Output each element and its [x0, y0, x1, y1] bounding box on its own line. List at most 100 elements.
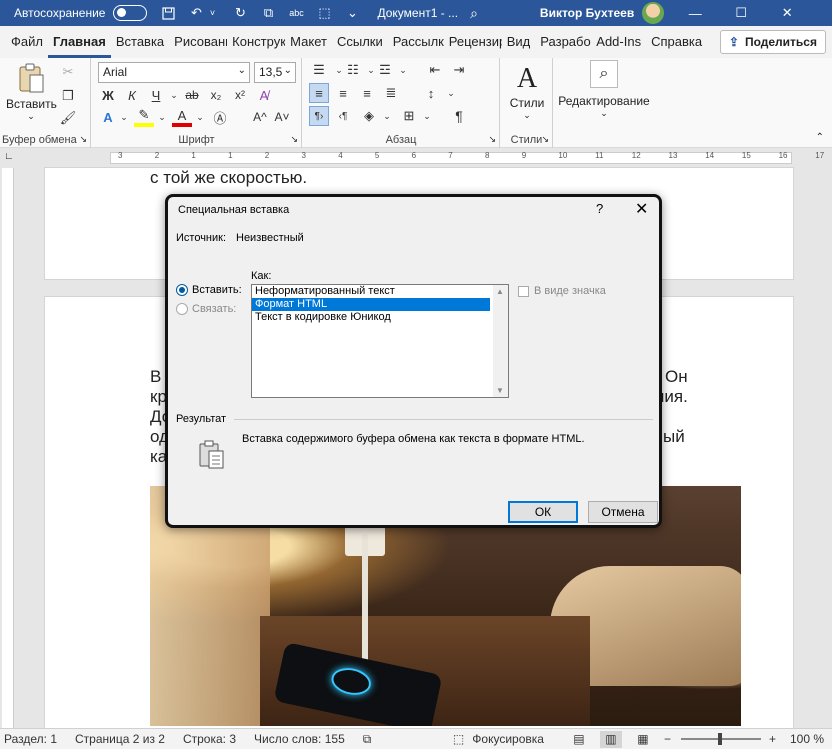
paste-format-list[interactable]: Неформатированный текст Формат HTML Текс…	[251, 284, 509, 398]
list-item[interactable]: Неформатированный текст	[252, 285, 490, 298]
chevron-down-icon[interactable]: ⌄	[152, 107, 172, 127]
tab-addins[interactable]: Add-Ins	[591, 26, 646, 58]
styles-launcher-icon[interactable]: ↘	[541, 134, 549, 145]
clipboard-launcher-icon[interactable]: ↘	[79, 134, 87, 145]
tab-view[interactable]: Вид	[502, 26, 536, 58]
autosave-toggle[interactable]	[113, 5, 148, 21]
web-layout-icon[interactable]: ▦	[632, 731, 654, 748]
spelling-icon[interactable]: abc	[289, 6, 304, 20]
avatar[interactable]	[642, 2, 665, 24]
bold-button[interactable]: Ж	[98, 85, 118, 105]
chevron-down-icon[interactable]: ⌄	[377, 106, 397, 126]
tab-selector-icon[interactable]: ∟	[4, 151, 14, 162]
highlight-icon[interactable]: ✎	[134, 107, 154, 127]
search-icon[interactable]: ⌕	[470, 5, 478, 22]
shrink-font-button[interactable]: A˅	[272, 107, 292, 127]
share-button[interactable]: ⇪ Поделиться	[719, 30, 826, 54]
numbering-icon[interactable]: ☷	[343, 60, 363, 80]
print-layout-icon[interactable]: ▥	[599, 730, 622, 748]
font-name-select[interactable]: Arial ⌄	[98, 62, 250, 83]
italic-button[interactable]: К	[122, 85, 142, 105]
bullets-icon[interactable]: ☰	[309, 60, 329, 80]
superscript-button[interactable]: x²	[230, 85, 250, 105]
line-spacing-icon[interactable]: ↕	[421, 83, 441, 103]
borders-icon[interactable]: ⊞	[399, 106, 419, 126]
styles-button[interactable]: A Стили ⌄	[503, 62, 551, 121]
grow-font-button[interactable]: A^	[250, 107, 270, 127]
minimize-button[interactable]: —	[672, 6, 718, 21]
tab-layout[interactable]: Макет	[285, 26, 332, 58]
status-line[interactable]: Строка: 3	[183, 732, 236, 746]
char-shading-icon[interactable]: Ⓐ	[210, 107, 230, 127]
decrease-indent-icon[interactable]: ⇤	[425, 60, 445, 80]
font-size-select[interactable]: 13,5 ⌄	[254, 62, 296, 83]
subscript-button[interactable]: x₂	[206, 85, 226, 105]
chevron-down-icon[interactable]: ⌄	[417, 106, 437, 126]
clear-formatting-icon[interactable]: A̸	[254, 85, 274, 105]
undo-icon[interactable]: ↶	[189, 5, 203, 20]
close-icon[interactable]: ✕	[635, 199, 648, 219]
chevron-down-icon[interactable]: ⌄	[190, 107, 210, 127]
zoom-in-icon[interactable]: +	[769, 732, 776, 746]
tab-insert[interactable]: Вставка	[111, 26, 169, 58]
rtl-direction-icon[interactable]: ‹¶	[333, 106, 353, 126]
shading-icon[interactable]: ◈	[359, 106, 379, 126]
display-as-icon-checkbox[interactable]: В виде значка	[518, 285, 606, 297]
chevron-down-icon[interactable]: ⌄	[164, 85, 184, 105]
tab-mailings[interactable]: Рассылки	[388, 26, 444, 58]
font-color-icon[interactable]: A	[172, 107, 192, 127]
tab-references[interactable]: Ссылки	[332, 26, 388, 58]
justify-icon[interactable]: ≣	[381, 83, 401, 103]
format-painter-icon[interactable]: 🖌	[58, 108, 78, 128]
read-mode-icon[interactable]: ▤	[568, 731, 590, 748]
editing-button[interactable]: ⌕ Редактирование ⌄	[556, 60, 652, 119]
zoom-out-icon[interactable]: −	[664, 732, 671, 746]
save-icon[interactable]	[161, 6, 175, 20]
maximize-button[interactable]: ☐	[718, 5, 764, 21]
status-section[interactable]: Раздел: 1	[4, 732, 57, 746]
strikethrough-button[interactable]: ab	[182, 85, 202, 105]
tab-home[interactable]: Главная	[47, 26, 111, 58]
chevron-down-icon[interactable]: ⌄	[393, 60, 413, 80]
format-painter-icon[interactable]: ⬚	[317, 5, 331, 20]
refresh-icon[interactable]: ⧉	[261, 5, 275, 20]
focus-mode-button[interactable]: Фокусировка	[472, 732, 544, 746]
redo-icon[interactable]: ↻	[233, 5, 247, 20]
chevron-down-icon[interactable]: ⌄	[114, 107, 134, 127]
list-scrollbar[interactable]: ▲ ▼	[493, 285, 508, 397]
zoom-level[interactable]: 100 %	[790, 732, 824, 746]
multilevel-list-icon[interactable]: ☲	[375, 60, 395, 80]
scroll-up-icon[interactable]: ▲	[496, 287, 504, 296]
font-launcher-icon[interactable]: ↘	[290, 134, 298, 145]
paste-dropdown-icon[interactable]: ⌄	[6, 111, 56, 122]
copy-icon[interactable]: ❐	[58, 86, 78, 106]
accessibility-icon[interactable]: ⧉	[363, 732, 372, 747]
zoom-slider[interactable]	[680, 733, 761, 745]
list-item-selected[interactable]: Формат HTML	[252, 298, 490, 311]
paste-button[interactable]: Вставить ⌄	[6, 62, 57, 122]
tab-help[interactable]: Справка	[646, 26, 707, 58]
undo-dropdown-icon[interactable]: ˅	[205, 6, 219, 20]
underline-button[interactable]: Ч	[146, 85, 166, 105]
show-marks-icon[interactable]: ¶	[449, 106, 469, 126]
status-page[interactable]: Страница 2 из 2	[75, 732, 165, 746]
align-center-icon[interactable]: ≡	[333, 83, 353, 103]
align-left-icon[interactable]: ≡	[309, 83, 329, 103]
cancel-button[interactable]: Отмена	[588, 501, 658, 523]
list-item[interactable]: Текст в кодировке Юникод	[252, 311, 490, 324]
focus-icon[interactable]: ⬚	[453, 732, 464, 746]
ok-button[interactable]: ОК	[508, 501, 578, 523]
cut-icon[interactable]: ✂	[58, 62, 78, 82]
tab-developer[interactable]: Разрабо	[535, 26, 591, 58]
scroll-down-icon[interactable]: ▼	[496, 386, 504, 395]
increase-indent-icon[interactable]: ⇥	[449, 60, 469, 80]
tab-draw[interactable]: Рисовани	[169, 26, 227, 58]
chevron-down-icon[interactable]: ⌄	[441, 83, 461, 103]
tab-design[interactable]: Конструк	[227, 26, 285, 58]
align-right-icon[interactable]: ≡	[357, 83, 377, 103]
close-window-button[interactable]: ✕	[764, 5, 810, 21]
status-word-count[interactable]: Число слов: 155	[254, 732, 345, 746]
tab-review[interactable]: Рецензир	[444, 26, 502, 58]
zoom-slider-knob[interactable]	[717, 733, 722, 745]
user-name[interactable]: Виктор Бухтеев	[540, 6, 634, 20]
